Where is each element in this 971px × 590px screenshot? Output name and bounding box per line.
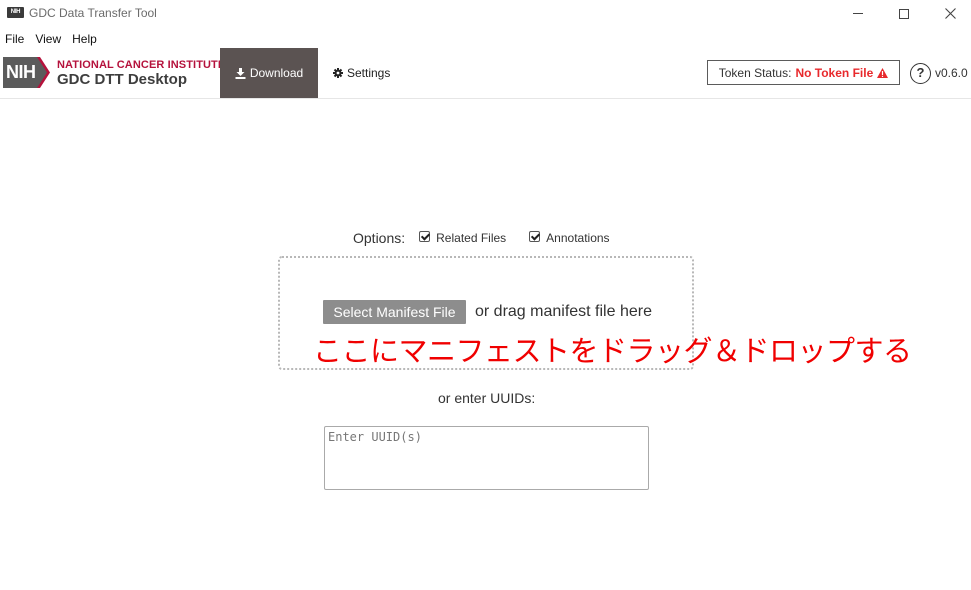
related-files-option[interactable]: Related Files xyxy=(419,230,507,245)
menu-file[interactable]: File xyxy=(0,32,29,46)
related-files-checkbox[interactable] xyxy=(419,230,431,242)
related-files-label: Related Files xyxy=(436,231,507,245)
token-status-label: Token Status: xyxy=(718,65,792,80)
product-name: GDC DTT Desktop xyxy=(57,71,188,88)
menu-view[interactable]: View xyxy=(30,32,66,46)
close-icon xyxy=(944,8,956,19)
uuid-label: or enter UUIDs: xyxy=(438,390,536,406)
annotations-label: Annotations xyxy=(546,231,610,245)
minimize-button[interactable] xyxy=(835,0,881,27)
institute-name: NATIONAL CANCER INSTITUTE xyxy=(57,59,226,71)
maximize-icon xyxy=(899,8,909,19)
token-status-value: No Token File xyxy=(795,65,874,80)
gear-icon xyxy=(333,68,343,78)
app-icon: NIH xyxy=(7,7,24,18)
token-status[interactable]: Token Status: No Token File xyxy=(707,60,900,85)
warning-icon xyxy=(877,67,889,78)
download-options: Options: Related Files Annotations xyxy=(353,230,633,246)
minimize-icon xyxy=(853,13,863,14)
nav-download[interactable]: Download xyxy=(220,48,318,98)
drag-manifest-text: or drag manifest file here xyxy=(475,303,652,320)
drag-drop-annotation: ここにマニフェストをドラッグ＆ドロップする xyxy=(313,334,912,368)
menu-bar: File View Help xyxy=(0,29,971,48)
app-version: v0.6.0 xyxy=(935,66,968,80)
nav-download-label: Download xyxy=(249,66,304,80)
app-header: NIH NATIONAL CANCER INSTITUTE GDC DTT De… xyxy=(0,48,971,99)
menu-help[interactable]: Help xyxy=(67,32,102,46)
nih-logo-arrow xyxy=(35,57,50,88)
nav-settings-label: Settings xyxy=(347,66,391,80)
nih-logo: NIH xyxy=(3,57,37,88)
download-icon xyxy=(235,67,246,79)
help-icon[interactable]: ? xyxy=(910,63,931,84)
title-bar: NIH GDC Data Transfer Tool xyxy=(0,0,971,27)
maximize-button[interactable] xyxy=(881,0,927,27)
annotations-checkbox[interactable] xyxy=(529,230,541,242)
nav-settings[interactable]: Settings xyxy=(333,48,390,98)
close-button[interactable] xyxy=(927,0,971,27)
window-title: GDC Data Transfer Tool xyxy=(29,6,157,20)
select-manifest-button[interactable]: Select Manifest File xyxy=(323,300,466,324)
options-label: Options: xyxy=(353,230,406,246)
uuid-input[interactable] xyxy=(324,426,649,490)
annotations-option[interactable]: Annotations xyxy=(529,230,610,245)
